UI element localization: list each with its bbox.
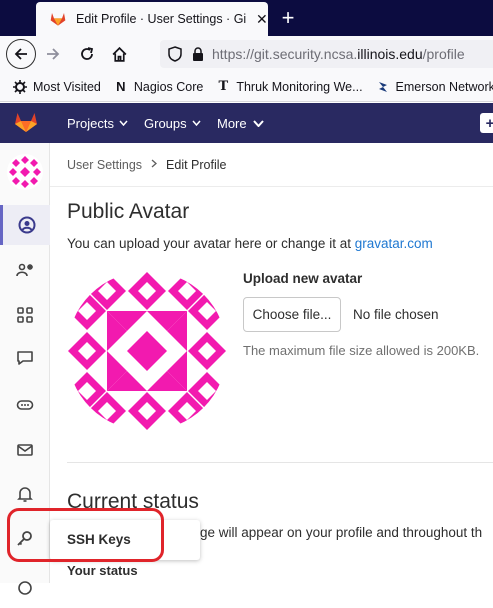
no-file-chosen-text: No file chosen xyxy=(353,307,439,322)
sidebar-item-account[interactable] xyxy=(0,250,50,290)
sidebar-item-access-tokens[interactable] xyxy=(0,385,50,425)
your-status-label: Your status xyxy=(67,563,138,578)
chevron-down-icon xyxy=(192,120,201,126)
menu-label: Projects xyxy=(67,115,114,131)
gravatar-link[interactable]: gravatar.com xyxy=(355,236,433,251)
tab-close-icon[interactable]: ✕ xyxy=(256,11,268,28)
comment-icon xyxy=(17,351,33,365)
sidebar-item-chat[interactable] xyxy=(0,338,50,378)
token-icon xyxy=(16,400,34,410)
browser-nav-bar: https://git.security.ncsa. illinois.edu/p… xyxy=(0,36,493,72)
chevron-down-icon xyxy=(119,120,128,126)
chevron-down-icon xyxy=(252,119,264,127)
sidebar-item-profile[interactable] xyxy=(0,205,50,245)
menu-more[interactable]: More xyxy=(217,103,264,143)
menu-groups[interactable]: Groups xyxy=(144,103,201,143)
user-circle-icon xyxy=(18,216,35,234)
back-button[interactable] xyxy=(6,39,36,69)
sidebar-item-gpg-keys[interactable] xyxy=(0,568,50,608)
menu-label: More xyxy=(217,115,247,131)
browser-tab[interactable]: Edit Profile · User Settings · GitL ✕ xyxy=(36,2,268,36)
bookmark-thruk[interactable]: T Thruk Monitoring We... xyxy=(215,79,363,95)
divider xyxy=(67,462,493,463)
avatar-description: You can upload your avatar here or chang… xyxy=(67,236,433,251)
shield-icon xyxy=(168,46,182,62)
reload-icon xyxy=(81,47,94,60)
gpg-key-icon xyxy=(18,581,32,595)
tab-title: Edit Profile · User Settings · GitL xyxy=(76,12,246,26)
gitlab-logo-icon[interactable] xyxy=(14,111,38,133)
bookmark-emerson[interactable]: Emerson Network P xyxy=(375,79,493,95)
bookmark-nagios[interactable]: N Nagios Core xyxy=(113,79,203,95)
divider xyxy=(50,186,493,187)
new-tab-button[interactable]: + xyxy=(274,4,302,32)
choose-file-button[interactable]: Choose file... xyxy=(243,297,341,332)
user-avatar-large xyxy=(67,271,227,431)
bookmarks-bar: Most Visited N Nagios Core T Thruk Monit… xyxy=(0,72,493,102)
forward-button[interactable] xyxy=(38,39,68,69)
url-domain: illinois.edu xyxy=(357,46,423,62)
breadcrumb: User Settings Edit Profile xyxy=(67,158,226,172)
highlight-annotation xyxy=(7,508,164,562)
gear-icon xyxy=(12,79,28,95)
avatar-description-text: You can upload your avatar here or chang… xyxy=(67,236,355,251)
home-icon xyxy=(112,46,126,62)
upload-avatar-label: Upload new avatar xyxy=(243,271,363,286)
account-settings-icon xyxy=(16,263,33,277)
bookmark-most-visited[interactable]: Most Visited xyxy=(12,79,101,95)
breadcrumb-user-settings[interactable]: User Settings xyxy=(67,158,142,172)
bookmark-label: Thruk Monitoring We... xyxy=(236,79,363,94)
gitlab-favicon-icon xyxy=(50,13,66,26)
new-item-plus-icon[interactable]: + xyxy=(480,113,493,133)
applications-grid-icon xyxy=(17,307,33,323)
back-arrow-icon xyxy=(14,48,27,60)
emerson-icon xyxy=(375,79,391,95)
mail-icon xyxy=(17,444,33,456)
nagios-icon: N xyxy=(116,79,126,94)
home-button[interactable] xyxy=(104,39,134,69)
forward-arrow-icon xyxy=(47,48,60,60)
url-path: /profile xyxy=(422,46,465,62)
section-heading-public-avatar: Public Avatar xyxy=(67,200,190,223)
bookmark-label: Most Visited xyxy=(33,79,101,94)
reload-button[interactable] xyxy=(72,39,102,69)
lock-icon xyxy=(193,47,203,61)
bell-icon xyxy=(17,487,33,502)
bookmark-label: Nagios Core xyxy=(133,79,204,94)
sidebar-item-emails[interactable] xyxy=(0,430,50,470)
menu-label: Groups xyxy=(144,115,187,131)
thruk-icon: T xyxy=(218,79,229,94)
sidebar-item-applications[interactable] xyxy=(0,295,50,335)
max-file-size-hint: The maximum file size allowed is 200KB. xyxy=(243,343,480,358)
user-avatar-small[interactable] xyxy=(7,154,43,190)
bookmark-label: Emerson Network P xyxy=(395,79,493,94)
status-description: ge will appear on your profile and throu… xyxy=(200,525,483,540)
chevron-right-icon xyxy=(151,159,158,171)
url-prefix: https://git.security.ncsa. xyxy=(212,46,358,62)
menu-projects[interactable]: Projects xyxy=(67,103,128,143)
url-bar[interactable]: https://git.security.ncsa. illinois.edu/p… xyxy=(160,40,493,68)
breadcrumb-edit-profile[interactable]: Edit Profile xyxy=(166,158,226,172)
